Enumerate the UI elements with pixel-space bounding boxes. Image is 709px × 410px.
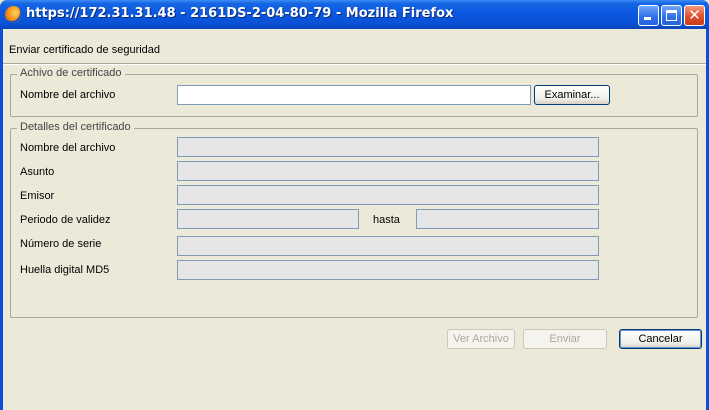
close-icon: ✕ xyxy=(688,6,701,24)
serial-number-field xyxy=(177,236,599,256)
certificate-details-legend: Detalles del certificado xyxy=(17,121,134,133)
browse-button[interactable]: Examinar... xyxy=(534,85,610,105)
validity-label: Periodo de validez xyxy=(20,214,111,226)
validity-to-field xyxy=(416,209,599,229)
maximize-button[interactable] xyxy=(661,5,682,26)
title-bar[interactable]: https://172.31.31.48 - 2161DS-2-04-80-79… xyxy=(0,0,709,29)
minimize-button[interactable] xyxy=(638,5,659,26)
send-button[interactable]: Enviar xyxy=(523,329,607,349)
issuer-label: Emisor xyxy=(20,190,55,202)
header-divider xyxy=(3,63,706,65)
dialog-content: Enviar certificado de seguridad Achivo d… xyxy=(3,29,706,410)
serial-number-label: Número de serie xyxy=(20,238,102,250)
cancel-button[interactable]: Cancelar xyxy=(619,329,702,349)
subject-field xyxy=(177,161,599,181)
details-filename-label: Nombre del archivo xyxy=(20,142,116,154)
certificate-file-legend: Achivo de certificado xyxy=(17,67,125,79)
firefox-icon xyxy=(5,6,22,23)
md5-fingerprint-field xyxy=(177,260,599,280)
issuer-field xyxy=(177,185,599,205)
view-file-button[interactable]: Ver Archivo xyxy=(447,329,515,349)
md5-fingerprint-label: Huella digital MD5 xyxy=(20,264,110,276)
minimize-icon xyxy=(644,17,651,20)
details-filename-field xyxy=(177,137,599,157)
close-button[interactable]: ✕ xyxy=(684,5,705,26)
window-title: https://172.31.31.48 - 2161DS-2-04-80-79… xyxy=(26,6,454,21)
validity-from-field xyxy=(177,209,359,229)
maximize-icon xyxy=(666,10,677,21)
filename-label: Nombre del archivo xyxy=(20,89,116,101)
browser-window: https://172.31.31.48 - 2161DS-2-04-80-79… xyxy=(0,0,709,410)
dialog-heading: Enviar certificado de seguridad xyxy=(9,44,161,56)
filename-input[interactable] xyxy=(177,85,531,105)
subject-label: Asunto xyxy=(20,166,55,178)
until-label: hasta xyxy=(373,214,400,226)
